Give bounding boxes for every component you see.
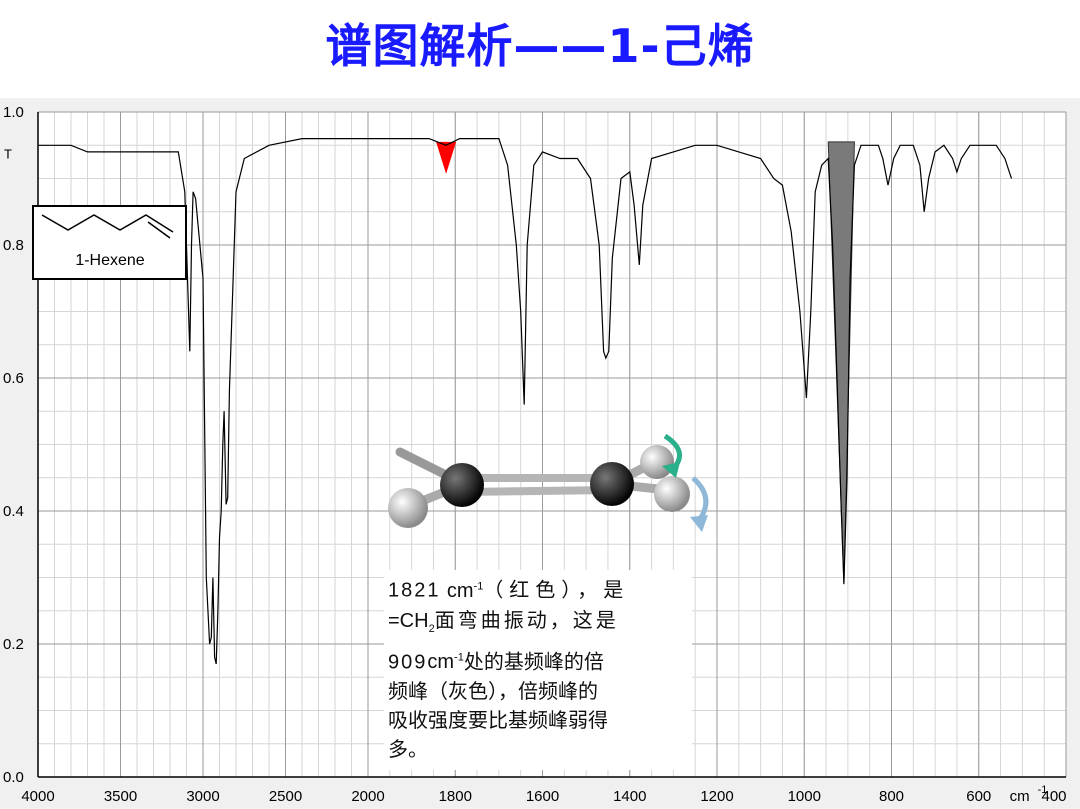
x-tick-label: 3000 — [186, 788, 219, 805]
legend-label: 1-Hexene — [75, 252, 144, 269]
note-text-1: （红色），是 — [483, 577, 630, 602]
x-tick-label: 2000 — [351, 788, 384, 805]
x-tick-label: 1000 — [788, 788, 821, 805]
unit-sup: -1 — [454, 651, 464, 664]
y-axis-letter: T — [4, 147, 12, 162]
note-wavenumber-909: 909 — [388, 651, 428, 674]
x-unit-sup: -1 — [1038, 784, 1048, 796]
note-unit: cm-1 — [447, 580, 483, 602]
x-tick-label: 1400 — [613, 788, 646, 805]
x-tick-label: 600 — [966, 788, 991, 805]
x-unit-label: cm — [1010, 788, 1030, 805]
x-tick-label: 2500 — [269, 788, 302, 805]
y-tick-label: 0.8 — [3, 237, 24, 254]
y-tick-label: 0.4 — [3, 503, 24, 520]
note-line-3: 909cm-1处的基频峰的倍 — [388, 644, 688, 678]
x-tick-label: 1800 — [439, 788, 472, 805]
note-line-2: =CH2面弯曲振动，这是 — [388, 606, 688, 644]
unit-sup: -1 — [473, 580, 484, 592]
note-line-1: 1821 cm-1（红色），是 — [388, 572, 688, 606]
note-line-5: 吸收强度要比基频峰弱得 — [388, 708, 608, 733]
note-wavenumber-1821: 1821 — [388, 579, 441, 602]
y-tick-label: 0.6 — [3, 370, 24, 387]
y-tick-label: 1.0 — [3, 104, 24, 121]
note-line-4: 频峰（灰色），倍频峰的 — [388, 679, 598, 704]
x-tick-label: 3500 — [104, 788, 137, 805]
note-unit: cm-1 — [427, 651, 463, 673]
hydrogen-atom — [654, 476, 690, 512]
x-tick-label: 4000 — [21, 788, 54, 805]
legend: 1-Hexene — [32, 205, 187, 280]
note-text-3: 处的基频峰的倍 — [463, 649, 604, 674]
molecule-bond — [461, 486, 613, 496]
note-text-2: 面弯曲振动，这是 — [434, 607, 619, 632]
unit-text: cm — [446, 579, 474, 602]
slide-title: 谱图解析——1-己烯 — [325, 19, 755, 73]
note-ch2: =CH2 — [388, 609, 435, 635]
x-tick-label: 1600 — [526, 788, 559, 805]
carbon-atom — [440, 463, 484, 507]
hydrogen-atom — [388, 488, 428, 528]
unit-text: cm — [427, 651, 455, 674]
x-tick-label: 800 — [879, 788, 904, 805]
carbon-atom — [590, 462, 634, 506]
x-tick-label: 1200 — [700, 788, 733, 805]
y-tick-label: 0.0 — [3, 769, 24, 786]
ch-text: =CH — [388, 609, 429, 632]
y-tick-label: 0.2 — [3, 636, 24, 653]
note-line-6: 多。 — [388, 737, 428, 762]
hydrogen-atom — [640, 445, 674, 479]
annotation-note: 1821 cm-1（红色），是 =CH2面弯曲振动，这是 909cm-1处的基频… — [384, 570, 692, 770]
